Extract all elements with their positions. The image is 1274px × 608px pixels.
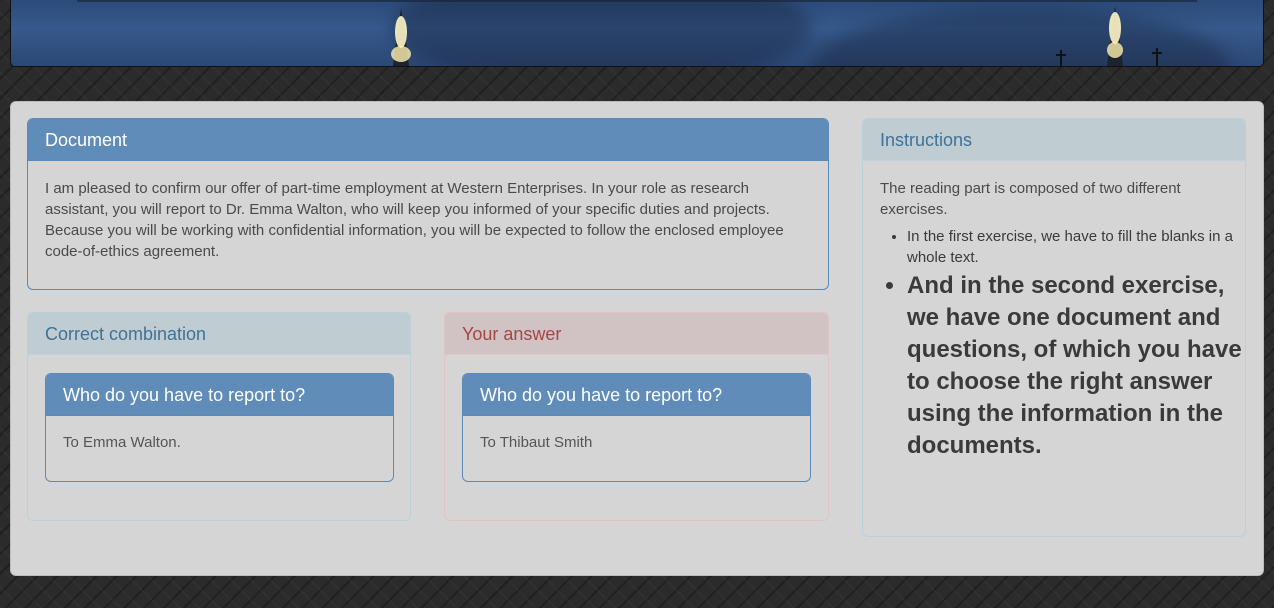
instructions-list: In the first exercise, we have to fill t… bbox=[863, 226, 1245, 462]
cross-icon bbox=[1056, 50, 1066, 66]
banner-cloud bbox=[391, 0, 811, 66]
header-banner bbox=[10, 0, 1264, 67]
correct-combination-panel: Correct combination Who do you have to r… bbox=[27, 312, 411, 521]
document-text: I am pleased to confirm our offer of par… bbox=[45, 180, 784, 260]
correct-question-title: Who do you have to report to? bbox=[46, 374, 393, 416]
document-panel: Document I am pleased to confirm our off… bbox=[27, 118, 829, 290]
instructions-intro: The reading part is composed of two diff… bbox=[880, 180, 1181, 218]
cross-icon bbox=[1152, 48, 1162, 66]
your-question-title: Who do you have to report to? bbox=[463, 374, 810, 416]
church-spire-right bbox=[1107, 6, 1123, 66]
correct-question-card: Who do you have to report to? To Emma Wa… bbox=[45, 373, 394, 482]
instructions-item: And in the second exercise, we have one … bbox=[907, 270, 1245, 462]
your-question-card: Who do you have to report to? To Thibaut… bbox=[462, 373, 811, 482]
instructions-item: In the first exercise, we have to fill t… bbox=[907, 226, 1245, 268]
document-panel-title: Document bbox=[28, 119, 828, 161]
your-answer-text: To Thibaut Smith bbox=[480, 434, 593, 451]
correct-combination-title: Correct combination bbox=[28, 313, 410, 355]
your-answer-title: Your answer bbox=[445, 313, 828, 355]
instructions-panel: Instructions The reading part is compose… bbox=[862, 118, 1246, 537]
banner-cloud bbox=[811, 8, 1231, 66]
instructions-title: Instructions bbox=[863, 119, 1245, 161]
your-answer-panel: Your answer Who do you have to report to… bbox=[444, 312, 829, 521]
correct-answer-text: To Emma Walton. bbox=[63, 434, 181, 451]
church-spire-left bbox=[391, 8, 411, 66]
main-container: Document I am pleased to confirm our off… bbox=[10, 101, 1264, 576]
